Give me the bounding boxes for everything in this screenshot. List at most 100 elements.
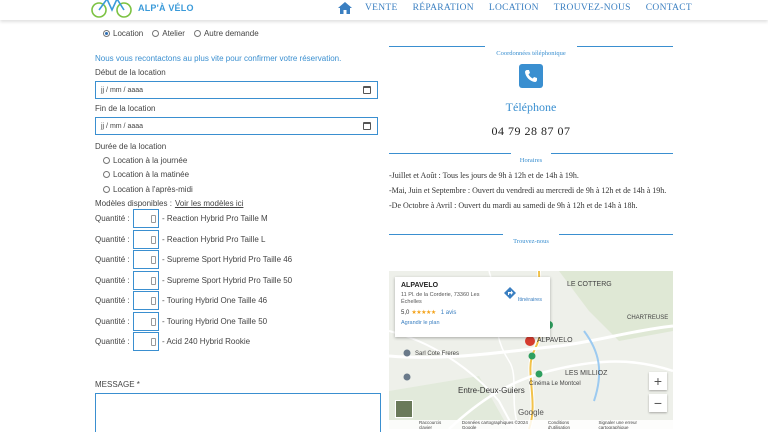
- quantity-stepper[interactable]: [133, 209, 159, 229]
- request-type-group: Location Atelier Autre demande: [103, 26, 385, 40]
- radio-duration-morning[interactable]: Location à la matinée: [103, 168, 385, 183]
- quantity-stepper[interactable]: [133, 229, 159, 249]
- radio-duration-day[interactable]: Location à la journée: [103, 153, 385, 168]
- quantity-stepper[interactable]: [133, 311, 159, 331]
- reviews-link[interactable]: 1 avis: [441, 310, 457, 316]
- map-label: Sarl Cote Freres: [415, 351, 460, 357]
- site-logo[interactable]: ALP'À VÉLO: [90, 0, 194, 20]
- quantity-stepper[interactable]: [133, 250, 159, 270]
- site-header: ALP'À VÉLO VENTE RÉPARATION LOCATION TRO…: [0, 0, 768, 20]
- nav-contact[interactable]: CONTACT: [646, 3, 692, 13]
- divider: [389, 46, 485, 47]
- radio-atelier-input[interactable]: [152, 29, 160, 37]
- report-error-link[interactable]: Signaler une erreur cartographique: [598, 420, 665, 430]
- map-data-credit: Données cartographiques ©2024 Google: [461, 419, 528, 430]
- opening-hours: -Juillet et Août : Tous les jours de 9h …: [389, 168, 673, 213]
- model-name: - Reaction Hybrid Pro Taille M: [162, 214, 268, 224]
- home-icon[interactable]: [338, 2, 352, 14]
- start-date-placeholder: jj / mm / aaaa: [101, 86, 144, 94]
- end-date-input[interactable]: jj / mm / aaaa: [95, 117, 378, 135]
- star-rating-icon: ★★★★★: [411, 310, 436, 316]
- spinner-icon[interactable]: [151, 276, 156, 285]
- quantity-label: Quantité :: [95, 275, 130, 285]
- reservation-form: Location Atelier Autre demande Nous vous…: [95, 26, 385, 432]
- info-text: Nous vous recontactons au plus vite pour…: [95, 54, 342, 63]
- google-map[interactable]: LE COTTERG ALPAVELO CHARTREUSE Sarl Cote…: [389, 271, 673, 429]
- radio-autre-demande[interactable]: Autre demande: [193, 29, 259, 38]
- spinner-icon[interactable]: [151, 297, 156, 306]
- radio-atelier[interactable]: Atelier: [152, 29, 185, 38]
- nav-reparation[interactable]: RÉPARATION: [413, 3, 474, 13]
- spinner-icon[interactable]: [151, 317, 156, 326]
- keyboard-shortcuts-link[interactable]: Raccourcis clavier: [419, 420, 454, 430]
- nav-location[interactable]: LOCATION: [489, 3, 539, 13]
- model-name: - Touring Hybrid One Taille 50: [162, 316, 268, 326]
- model-name: - Supreme Sport Hybrid Pro Taille 50: [162, 275, 293, 285]
- models-link[interactable]: Voir les modèles ici: [175, 199, 243, 208]
- hours-line: -De Octobre à Avril : Ouvert du mardi au…: [389, 201, 638, 210]
- divider: [551, 153, 673, 154]
- map-section-title: Trouvez-nous: [389, 228, 673, 245]
- calendar-icon[interactable]: [363, 86, 371, 94]
- end-date-placeholder: jj / mm / aaaa: [101, 122, 144, 130]
- google-logo: Google: [518, 408, 544, 417]
- quantity-label: Quantité :: [95, 234, 130, 244]
- contact-column: Coordonnées téléphonique Téléphone 04 79…: [389, 40, 673, 245]
- hours-section-title: Horaires: [389, 147, 673, 164]
- map-place-card: ALPAVELO 11 Pl. de la Corderie, 73360 Le…: [395, 277, 550, 337]
- spinner-icon[interactable]: [151, 215, 156, 224]
- radio-autre-input[interactable]: [193, 29, 201, 37]
- quantity-row: Quantité : - Reaction Hybrid Pro Taille …: [95, 229, 385, 250]
- radio-duration-morning-input[interactable]: [103, 171, 110, 179]
- map-label: ALPAVELO: [537, 337, 573, 344]
- radio-location[interactable]: Location: [103, 29, 143, 38]
- satellite-toggle[interactable]: [395, 400, 413, 418]
- start-date-label: Début de la location: [95, 68, 166, 77]
- map-label: CHARTREUSE: [627, 315, 669, 321]
- radio-duration-afternoon-input[interactable]: [103, 185, 110, 193]
- model-name: - Supreme Sport Hybrid Pro Taille 46: [162, 255, 293, 265]
- duration-label: Durée de la location: [95, 142, 167, 151]
- radio-location-input[interactable]: [103, 29, 110, 37]
- models-label: Modèles disponibles :: [95, 198, 172, 208]
- map-footer: Raccourcis clavier Données cartographiqu…: [389, 420, 673, 429]
- terms-link[interactable]: Conditions d'utilisation: [548, 420, 591, 430]
- spinner-icon[interactable]: [151, 256, 156, 265]
- spinner-icon[interactable]: [151, 338, 156, 347]
- phone-icon: [519, 64, 543, 88]
- hours-line: -Mai, Juin et Septembre : Ouvert du vend…: [389, 186, 667, 195]
- quantity-row: Quantité : - Supreme Sport Hybrid Pro Ta…: [95, 270, 385, 291]
- model-name: - Reaction Hybrid Pro Taille L: [162, 234, 266, 244]
- message-textarea[interactable]: [95, 393, 381, 432]
- radio-duration-day-input[interactable]: [103, 156, 110, 164]
- quantity-stepper[interactable]: [133, 291, 159, 311]
- directions-button[interactable]: Itinéraires: [504, 287, 542, 303]
- model-name: - Acid 240 Hybrid Rookie: [162, 337, 251, 347]
- models-line: Modèles disponibles : Voir les modèles ic…: [95, 199, 385, 208]
- quantity-row: Quantité : - Supreme Sport Hybrid Pro Ta…: [95, 250, 385, 271]
- zoom-in-button[interactable]: +: [649, 372, 667, 390]
- hours-line: -Juillet et Août : Tous les jours de 9h …: [389, 171, 579, 180]
- quantity-stepper[interactable]: [133, 332, 159, 352]
- phone-title: Téléphone: [505, 100, 557, 114]
- quantity-label: Quantité :: [95, 214, 130, 224]
- radio-duration-afternoon[interactable]: Location à l'après-midi: [103, 182, 385, 197]
- quantity-row: Quantité : - Reaction Hybrid Pro Taille …: [95, 209, 385, 230]
- nav-trouvez-nous[interactable]: TROUVEZ-NOUS: [554, 3, 631, 13]
- directions-icon: [504, 287, 517, 299]
- model-name: - Touring Hybrid One Taille 46: [162, 296, 268, 306]
- map-label: LES MILLIOZ: [565, 370, 608, 377]
- calendar-icon[interactable]: [363, 122, 371, 130]
- start-date-input[interactable]: jj / mm / aaaa: [95, 81, 378, 99]
- nav-vente[interactable]: VENTE: [365, 3, 398, 13]
- zoom-out-button[interactable]: −: [649, 394, 667, 412]
- spinner-icon[interactable]: [151, 235, 156, 244]
- quantity-row: Quantité : - Touring Hybrid One Taille 4…: [95, 291, 385, 312]
- phone-number[interactable]: 04 79 28 87 07: [389, 124, 673, 139]
- phone-section-title: Coordonnées téléphonique: [389, 40, 673, 57]
- quantity-label: Quantité :: [95, 337, 130, 347]
- message-label: MESSAGE *: [95, 380, 140, 389]
- place-rating: 5,0 ★★★★★ 1 avis: [401, 309, 544, 317]
- enlarge-map-link[interactable]: Agrandir le plan: [401, 320, 544, 326]
- quantity-stepper[interactable]: [133, 270, 159, 290]
